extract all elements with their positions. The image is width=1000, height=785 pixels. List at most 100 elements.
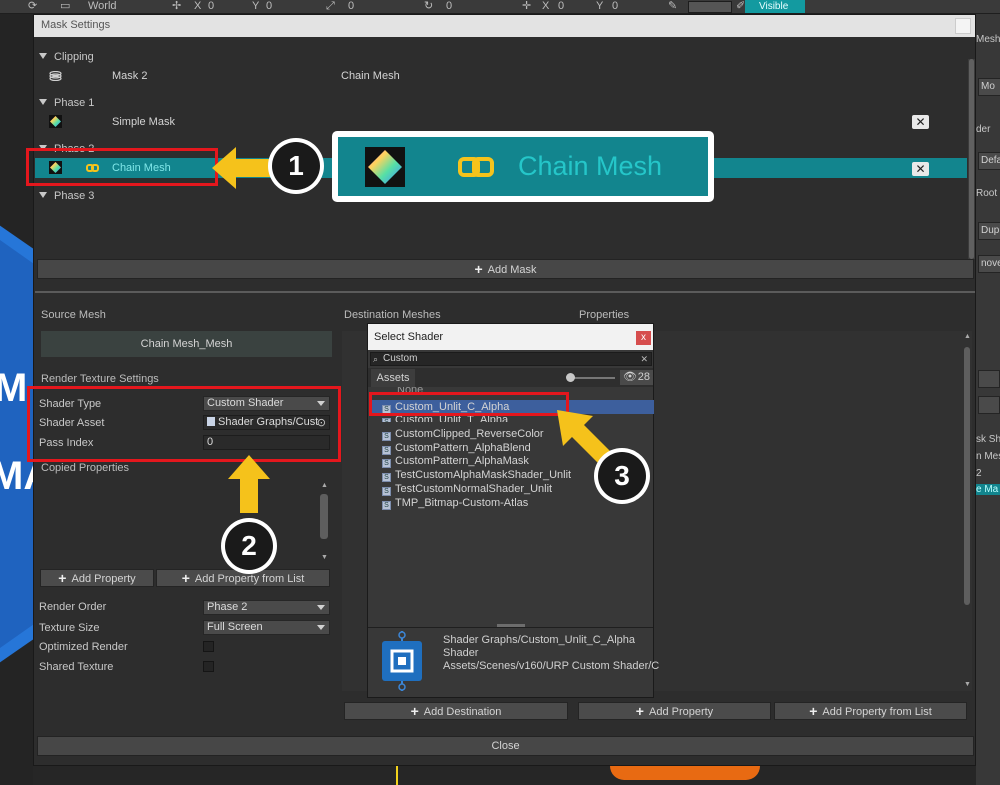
eyedropper-icon[interactable]: ✐ <box>736 0 745 13</box>
shader-item[interactable]: S TestCustomAlphaMaskShader_Unlit <box>382 469 571 482</box>
pivot-x-label: X <box>542 0 550 12</box>
chain-icon-large <box>458 157 494 177</box>
scrollbar-thumb[interactable] <box>964 347 970 605</box>
root-label: Root <box>976 188 998 199</box>
popup-title[interactable]: Select Shader <box>368 324 653 350</box>
tab-assets[interactable]: Assets <box>371 369 415 387</box>
panel-expand-button[interactable] <box>978 370 1000 388</box>
simple-mask-name[interactable]: Simple Mask <box>112 116 175 128</box>
pivot-x-field[interactable]: 0 <box>558 0 564 13</box>
delete-mask-button[interactable]: ✕ <box>912 162 929 176</box>
rect-tool-icon[interactable]: ▭ <box>60 0 70 13</box>
add-dest-property-button[interactable]: + Add Property <box>578 702 771 720</box>
scrollbar-thumb[interactable] <box>969 59 974 259</box>
asset-count: 28 <box>637 371 650 383</box>
mask-list-scrollbar[interactable] <box>968 59 975 259</box>
shader-item[interactable]: S CustomPattern_AlphaBlend <box>382 442 531 455</box>
collapse-arrow-icon[interactable] <box>39 53 47 59</box>
texture-size-dropdown[interactable]: Full Screen <box>203 620 330 635</box>
add-dest-property-from-list-button[interactable]: + Add Property from List <box>774 702 967 720</box>
close-button[interactable]: Close <box>37 736 974 756</box>
shader-item-name: CustomPattern_AlphaBlend <box>395 442 531 454</box>
add-mask-label: Add Mask <box>487 264 537 276</box>
copied-properties-list[interactable] <box>39 480 330 568</box>
pos-y-field[interactable]: 0 <box>266 0 272 13</box>
shader-item[interactable]: S TMP_Bitmap-Custom-Atlas <box>382 497 528 510</box>
default-button[interactable]: Defa <box>978 152 1000 170</box>
add-dest-property-label: Add Property <box>648 706 714 718</box>
add-destination-button[interactable]: + Add Destination <box>344 702 568 720</box>
add-mask-button[interactable]: + Add Mask <box>37 259 974 279</box>
dialog-title: Mask Settings <box>41 19 111 31</box>
copied-properties-header: Copied Properties <box>41 462 130 474</box>
highlight-box-chain-mesh <box>26 148 218 186</box>
scroll-down-icon[interactable]: ▼ <box>964 681 971 688</box>
logo-text-1: M <box>0 366 28 410</box>
plus-icon: + <box>181 570 190 586</box>
mask-button[interactable]: e Ma <box>976 484 1000 495</box>
rotation-field[interactable]: 0 <box>446 0 452 13</box>
render-order-value: Phase 2 <box>207 601 248 613</box>
hidden-count-toggle[interactable]: 👁 28 <box>620 370 653 385</box>
phase-header-clipping[interactable]: Clipping <box>39 51 94 63</box>
pivot-y-field[interactable]: 0 <box>612 0 618 13</box>
destination-scrollbar[interactable]: ▲ ▼ <box>962 333 972 693</box>
scroll-up-icon[interactable]: ▲ <box>321 482 328 489</box>
delete-mask-button[interactable]: ✕ <box>912 115 929 129</box>
clear-search-icon[interactable]: ✕ <box>640 353 648 365</box>
mode-button[interactable]: Mo <box>978 78 1000 96</box>
plus-icon: + <box>635 703 644 719</box>
preview-divider <box>368 627 653 628</box>
shader-search-input[interactable]: ⌕ Custom ✕ <box>370 352 652 366</box>
phase-header-1[interactable]: Phase 1 <box>39 97 94 109</box>
collapse-arrow-icon[interactable] <box>39 99 47 105</box>
panel-splitter[interactable] <box>35 291 975 293</box>
pos-x-field[interactable]: 0 <box>208 0 214 13</box>
move-tool-icon[interactable]: ✢ <box>172 0 181 13</box>
arrow-up-icon <box>228 455 270 513</box>
source-mesh-field[interactable]: Chain Mesh_Mesh <box>41 331 332 357</box>
render-order-dropdown[interactable]: Phase 2 <box>203 600 330 615</box>
dialog-titlebar[interactable]: Mask Settings <box>34 15 975 37</box>
brush-icon[interactable]: ✎ <box>668 0 677 13</box>
scroll-down-icon[interactable]: ▼ <box>321 554 328 561</box>
pivot-tool-icon[interactable]: ✛ <box>522 0 531 13</box>
add-property-label: Add Property <box>71 573 136 585</box>
shader-item[interactable]: S TestCustomNormalShader_Unlit <box>382 483 552 496</box>
plus-icon: + <box>809 703 818 719</box>
space-dropdown[interactable]: World <box>88 0 117 13</box>
remove-button[interactable]: nove <box>978 255 1000 273</box>
refresh-icon[interactable]: ⟳ <box>28 0 37 13</box>
scrollbar-thumb[interactable] <box>320 494 328 539</box>
collapse-arrow-icon[interactable] <box>39 192 47 198</box>
pivot-y-label: Y <box>596 0 604 12</box>
scroll-up-icon[interactable]: ▲ <box>964 333 971 340</box>
shader-item[interactable]: S CustomClipped_ReverseColor <box>382 428 544 441</box>
optimized-render-checkbox[interactable] <box>203 641 214 652</box>
shared-texture-checkbox[interactable] <box>203 661 214 672</box>
plus-icon: + <box>410 703 419 719</box>
rotate-tool-icon[interactable]: ↻ <box>424 0 433 13</box>
scale-field[interactable]: 0 <box>348 0 354 13</box>
shader-icon: S <box>382 473 391 482</box>
scale-tool-icon[interactable]: ⤢ <box>326 0 335 13</box>
scene-timeline <box>33 766 976 785</box>
color-swatch[interactable] <box>688 1 732 13</box>
dialog-close-button[interactable] <box>955 18 971 34</box>
shader-icon: S <box>382 432 391 441</box>
add-destination-label: Add Destination <box>423 706 502 718</box>
panel-arrow-button[interactable] <box>978 396 1000 414</box>
shader-item-name: TMP_Bitmap-Custom-Atlas <box>395 497 529 509</box>
select-shader-popup: Select Shader x ⌕ Custom ✕ Assets 👁 28 No… <box>367 323 659 698</box>
zoom-callout-row: Chain Mesh <box>338 137 708 196</box>
mesh-diamond-icon-large <box>365 147 405 187</box>
clip-mask-name[interactable]: Mask 2 <box>112 70 147 82</box>
shader-item[interactable]: S CustomPattern_AlphaMask <box>382 455 529 468</box>
copied-properties-scrollbar[interactable]: ▲ ▼ <box>319 482 329 564</box>
phase-header-3[interactable]: Phase 3 <box>39 190 94 202</box>
visible-toggle[interactable]: Visible <box>745 0 805 13</box>
popup-close-button[interactable]: x <box>636 331 651 345</box>
duplicate-button[interactable]: Dupli <box>978 222 1000 240</box>
add-property-button[interactable]: + Add Property <box>40 569 154 587</box>
slider-handle[interactable] <box>566 373 575 382</box>
